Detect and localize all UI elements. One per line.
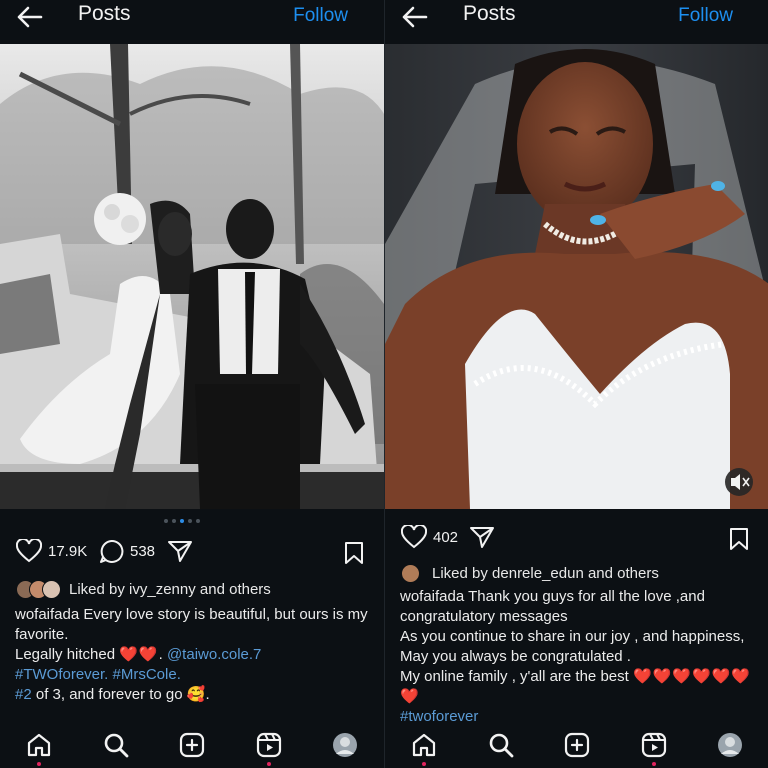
back-arrow-icon[interactable] [399, 4, 429, 30]
follow-button[interactable]: Follow [293, 5, 348, 27]
carousel-dot-active [180, 519, 184, 523]
bottom-nav [385, 722, 768, 768]
profile-avatar[interactable] [332, 732, 358, 758]
bride-video-frame [385, 44, 768, 509]
page-title: Posts [463, 2, 516, 25]
post-caption: wofaifada Every love story is beautiful,… [15, 605, 374, 705]
notification-dot [37, 762, 41, 766]
hashtag-link[interactable]: #2 [15, 686, 32, 703]
carousel-dot [188, 519, 192, 523]
carousel-dot [172, 519, 176, 523]
carousel-dot [164, 519, 168, 523]
caption-text: of 3, and forever to go 🥰. [31, 686, 210, 703]
home-icon[interactable] [26, 732, 52, 758]
post-caption: wofaifada Thank you guys for all the lov… [400, 587, 759, 727]
wedding-photo-bw [0, 44, 384, 509]
heart-emojis: ❤️❤️ [119, 646, 159, 663]
liked-by-row: Liked by ivy_zenny and others [16, 580, 271, 599]
like-button[interactable]: 17.9K [16, 539, 87, 563]
caption-text: As you continue to share in our joy , an… [400, 628, 745, 645]
bookmark-icon[interactable] [728, 527, 750, 551]
liked-by-text[interactable]: Liked by denrele_edun and others [432, 565, 659, 582]
post-video[interactable] [385, 44, 768, 509]
bottom-nav [0, 722, 384, 768]
caption-text: Legally hitched [15, 646, 120, 663]
post-photo[interactable] [0, 44, 384, 509]
comment-count: 538 [130, 543, 156, 560]
reels-icon[interactable] [641, 732, 667, 758]
post-panel-left: Posts Follow 17.9K 538 Liked by ivy_zenn… [0, 0, 384, 768]
comment-icon [100, 539, 124, 563]
like-count: 402 [433, 528, 459, 546]
liked-by-row: Liked by denrele_edun and others [401, 564, 659, 583]
mention-link[interactable]: @taiwo.cole.7 [167, 646, 261, 663]
avatar [401, 564, 420, 583]
profile-avatar[interactable] [717, 732, 743, 758]
page-title: Posts [78, 2, 131, 25]
top-bar: Posts Follow [0, 0, 384, 44]
bookmark-icon[interactable] [343, 541, 365, 565]
liked-by-text[interactable]: Liked by ivy_zenny and others [69, 581, 271, 598]
search-icon[interactable] [488, 732, 514, 758]
share-button[interactable] [469, 525, 495, 549]
caption-text: My online family , y'all are the best [400, 668, 633, 685]
post-panel-right: Posts Follow 402 Liked by denrele_edun a… [384, 0, 768, 768]
create-icon[interactable] [179, 732, 205, 758]
caption-text: . [158, 646, 167, 663]
home-icon[interactable] [411, 732, 437, 758]
carousel-indicator [164, 519, 200, 523]
top-bar: Posts Follow [385, 0, 768, 44]
caption-text: May you always be congratulated . [400, 648, 631, 665]
share-icon [470, 527, 494, 548]
post-actions: 402 [385, 523, 768, 553]
heart-icon [16, 539, 42, 563]
hashtag-links[interactable]: #TWOforever. #MrsCole. [15, 665, 374, 685]
comment-button[interactable]: 538 [99, 539, 155, 564]
notification-dot [652, 762, 656, 766]
heart-icon [401, 525, 427, 549]
notification-dot [422, 762, 426, 766]
share-button[interactable] [167, 539, 193, 563]
carousel-dot [196, 519, 200, 523]
notification-dot [267, 762, 271, 766]
like-count: 17.9K [48, 542, 88, 560]
caption-username[interactable]: wofaifada [15, 606, 79, 623]
caption-username[interactable]: wofaifada [400, 588, 464, 605]
avatar [42, 580, 61, 599]
reels-icon[interactable] [256, 732, 282, 758]
liker-avatars [401, 564, 420, 583]
like-button[interactable]: 402 [401, 525, 458, 549]
liker-avatars [16, 580, 61, 599]
search-icon[interactable] [103, 732, 129, 758]
create-icon[interactable] [564, 732, 590, 758]
back-arrow-icon[interactable] [14, 4, 44, 30]
post-actions: 17.9K 538 [0, 537, 384, 567]
share-icon [168, 541, 192, 562]
follow-button[interactable]: Follow [678, 5, 733, 27]
